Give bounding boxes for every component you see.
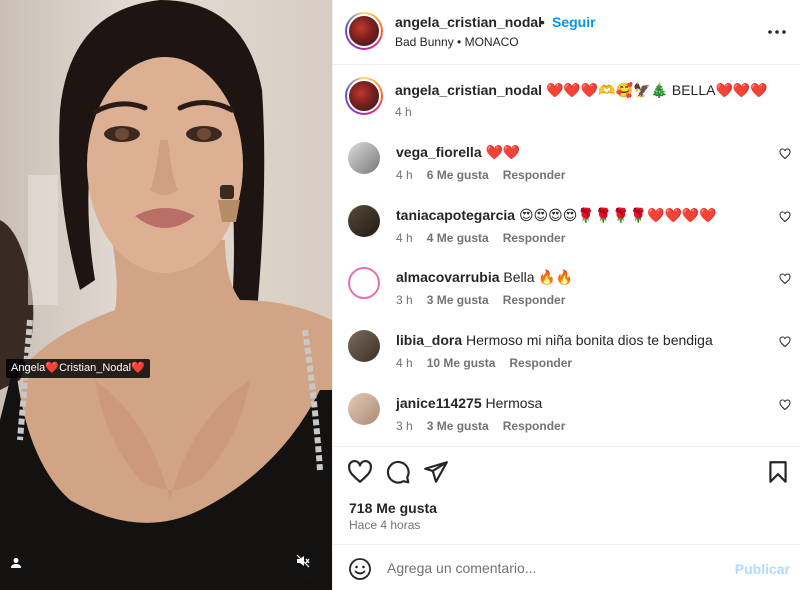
reply-button[interactable]: Responder: [503, 419, 566, 433]
comment-text: taniacapotegarcia 😍😍😍😍🌹🌹🌹🌹❤️❤️❤️❤️: [396, 207, 717, 224]
commenter-avatar[interactable]: [348, 205, 380, 237]
post-panel: angela_cristian_nodal • Seguir Bad Bunny…: [332, 0, 800, 590]
comment-likes[interactable]: 4 Me gusta: [427, 231, 489, 245]
more-options-icon: [768, 30, 786, 34]
commenter-avatar[interactable]: [348, 330, 380, 362]
post-header: angela_cristian_nodal • Seguir Bad Bunny…: [333, 0, 800, 65]
comment-likes[interactable]: 6 Me gusta: [427, 168, 489, 182]
comment-item: libia_dora Hermoso mi niña bonita dios t…: [333, 330, 800, 392]
heart-icon[interactable]: [779, 399, 791, 411]
comment-time: 3 h: [396, 293, 413, 307]
caption-text: angela_cristian_nodal ❤️❤️❤️🫶🥰🦅🎄 BELLA❤️…: [395, 82, 768, 99]
comment-body: Hermosa: [481, 395, 543, 411]
comment-item: taniacapotegarcia 😍😍😍😍🌹🌹🌹🌹❤️❤️❤️❤️ 4 h4 …: [333, 205, 800, 267]
share-icon[interactable]: [423, 459, 449, 485]
user-tag-button[interactable]: [10, 557, 32, 579]
heart-icon[interactable]: [779, 336, 791, 348]
comment-body: ❤️❤️: [481, 144, 521, 160]
commenter-username[interactable]: taniacapotegarcia: [396, 207, 515, 223]
commenter-username[interactable]: vega_fiorella: [396, 144, 482, 160]
audio-label[interactable]: Bad Bunny • MONACO: [395, 35, 519, 49]
commenter-avatar[interactable]: [348, 393, 380, 425]
emoji-icon[interactable]: [348, 557, 372, 581]
comment-time: 4 h: [396, 168, 413, 182]
comment-meta: 3 h 3 Me gusta Responder: [396, 419, 579, 433]
author-username[interactable]: angela_cristian_nodal: [395, 14, 542, 30]
comment-body: Hermoso mi niña bonita dios te bendiga: [462, 332, 713, 348]
comment-time: 4 h: [396, 231, 413, 245]
comments-section[interactable]: angela_cristian_nodal ❤️❤️❤️🫶🥰🦅🎄 BELLA❤️…: [333, 66, 800, 446]
comment-likes[interactable]: 10 Me gusta: [427, 356, 496, 370]
comment-meta: 4 h 10 Me gusta Responder: [396, 356, 586, 370]
comment-meta: 3 h 3 Me gusta Responder: [396, 293, 579, 307]
comment-icon[interactable]: [385, 459, 411, 485]
follow-button[interactable]: Seguir: [552, 14, 596, 30]
comment-composer: Publicar: [333, 544, 800, 590]
header-separator: •: [540, 14, 545, 30]
mute-button[interactable]: [296, 554, 322, 580]
comment-text: vega_fiorella ❤️❤️: [396, 144, 520, 161]
commenter-username[interactable]: almacovarrubia: [396, 269, 500, 285]
comment-time: 3 h: [396, 419, 413, 433]
comment-item: vega_fiorella ❤️❤️ 4 h 6 Me gusta Responde…: [333, 142, 800, 204]
likes-count[interactable]: 718 Me gusta: [349, 500, 437, 516]
comment-input[interactable]: [387, 555, 727, 581]
post-caption: angela_cristian_nodal ❤️❤️❤️🫶🥰🦅🎄 BELLA❤️…: [333, 66, 800, 128]
post-media[interactable]: Angela❤️Cristian_Nodal❤️: [0, 0, 332, 590]
comment-body: 😍😍😍😍🌹🌹🌹🌹❤️❤️❤️❤️: [515, 207, 717, 223]
comment-likes[interactable]: 3 Me gusta: [427, 293, 489, 307]
comment-time: 4 h: [396, 356, 413, 370]
heart-icon[interactable]: [779, 148, 791, 160]
caption-username[interactable]: angela_cristian_nodal: [395, 82, 542, 98]
author-avatar[interactable]: [345, 12, 383, 50]
caption-time: 4 h: [395, 105, 412, 119]
comment-body: Bella 🔥🔥: [499, 269, 574, 285]
post-actions: 718 Me gusta Hace 4 horas: [333, 446, 800, 544]
commenter-username[interactable]: janice114275: [396, 395, 482, 411]
comment-meta: 4 h 4 Me gusta Responder: [396, 231, 579, 245]
comment-text: janice114275 Hermosa: [396, 395, 542, 411]
bookmark-icon[interactable]: [765, 459, 791, 485]
post-timestamp: Hace 4 horas: [349, 518, 421, 532]
reply-button[interactable]: Responder: [503, 293, 566, 307]
commenter-username[interactable]: libia_dora: [396, 332, 462, 348]
comment-likes[interactable]: 3 Me gusta: [427, 419, 489, 433]
commenter-avatar[interactable]: [348, 267, 380, 299]
heart-icon[interactable]: [347, 459, 373, 485]
reply-button[interactable]: Responder: [503, 231, 566, 245]
comment-text: almacovarrubia Bella 🔥🔥: [396, 269, 573, 286]
commenter-avatar[interactable]: [348, 142, 380, 174]
photo-tag-label[interactable]: Angela❤️Cristian_Nodal❤️: [6, 359, 150, 378]
heart-icon[interactable]: [779, 211, 791, 223]
caption-avatar[interactable]: [345, 77, 383, 115]
user-tag-icon: [11, 558, 21, 568]
mute-icon: [296, 554, 310, 568]
comment-item: almacovarrubia Bella 🔥🔥 3 h 3 Me gusta Res…: [333, 267, 800, 329]
post-photo: [0, 0, 332, 590]
comment-text: libia_dora Hermoso mi niña bonita dios t…: [396, 332, 713, 348]
reply-button[interactable]: Responder: [509, 356, 572, 370]
publish-button[interactable]: Publicar: [735, 561, 790, 577]
heart-icon[interactable]: [779, 273, 791, 285]
comment-meta: 4 h 6 Me gusta Responder: [396, 168, 579, 182]
reply-button[interactable]: Responder: [503, 168, 566, 182]
caption-body: ❤️❤️❤️🫶🥰🦅🎄 BELLA❤️❤️❤️: [542, 82, 768, 98]
more-options-button[interactable]: [767, 22, 787, 42]
